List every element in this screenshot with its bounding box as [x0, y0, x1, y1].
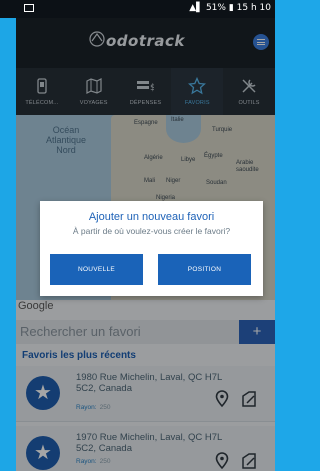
- status-right: ▲▌ 51% ▮ 15 h 10: [189, 3, 271, 13]
- status-bar: ▲▌ 51% ▮ 15 h 10: [0, 0, 275, 18]
- app-screen: odotrack TÉLÉCOM... VOYAGES $ DÉPENSES F…: [16, 18, 275, 471]
- clock: 15 h 10: [236, 3, 271, 13]
- add-favorite-dialog: Ajouter un nouveau favori À partir de où…: [40, 201, 263, 296]
- battery-level: 51%: [205, 3, 226, 13]
- signal-icon: ▲▌: [189, 3, 204, 13]
- dialog-title: Ajouter un nouveau favori: [88, 211, 215, 223]
- dialog-subtitle: À partir de où voulez-vous créer le favo…: [72, 226, 231, 236]
- battery-icon: ▮: [228, 3, 234, 13]
- new-button[interactable]: NOUVELLE: [50, 254, 143, 285]
- image-notification-icon: [24, 4, 34, 12]
- device-frame: ▲▌ 51% ▮ 15 h 10 odotrack TÉLÉCOM... VOY…: [0, 0, 275, 471]
- position-button[interactable]: POSITION: [158, 254, 251, 285]
